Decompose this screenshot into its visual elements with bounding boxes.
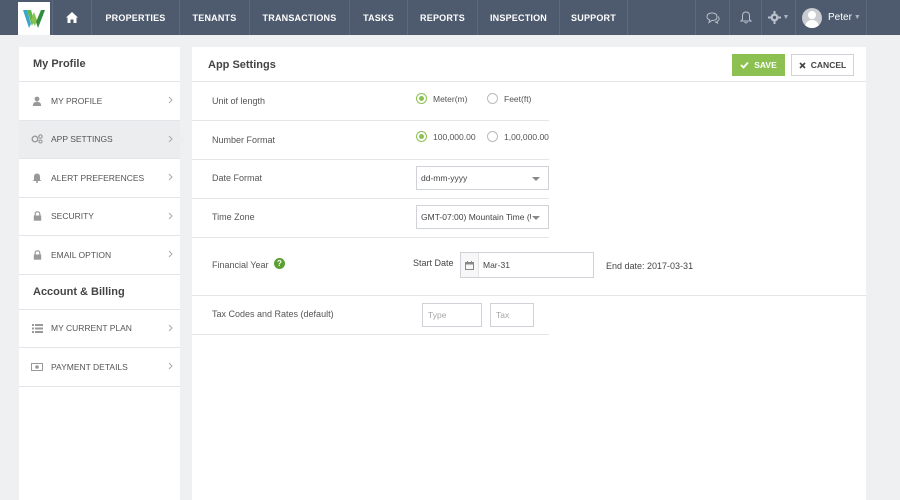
sidebar-item-security[interactable]: SECURITY xyxy=(19,198,180,236)
sidebar-item-label: EMAIL OPTION xyxy=(51,249,112,260)
sidebar-item-label: ALERT PREFERENCES xyxy=(51,172,145,183)
gear-icon xyxy=(767,11,781,24)
date-format-label: Date Format xyxy=(212,173,263,183)
cancel-button-label: CANCEL xyxy=(810,60,847,70)
chevron-right-icon xyxy=(168,212,173,219)
chevron-down-icon xyxy=(532,216,540,220)
sidebar-item-my-profile[interactable]: MY PROFILE xyxy=(19,82,180,121)
date-format-select[interactable]: dd-mm-yyyy xyxy=(416,166,549,190)
end-date-text: End date: 2017-03-31 xyxy=(606,261,694,271)
chevron-right-icon xyxy=(168,96,173,104)
chevron-down-icon: ▼ xyxy=(853,14,861,21)
nav-support[interactable]: SUPPORT xyxy=(560,0,628,35)
select-value: GMT-07:00) Mountain Time (US xyxy=(421,212,531,222)
chevron-right-icon xyxy=(168,173,173,181)
radio-label: 100,000.00 xyxy=(433,131,476,142)
close-icon xyxy=(799,61,806,69)
sidebar-item-label: APP SETTINGS xyxy=(51,134,113,145)
chevron-right-icon xyxy=(168,250,173,258)
lock-icon xyxy=(31,249,43,261)
radio-label: 1,00,000.00 xyxy=(504,131,549,142)
nav-reports[interactable]: REPORTS xyxy=(408,0,478,35)
chevron-down-icon xyxy=(532,177,540,181)
radio-indicator xyxy=(487,93,498,104)
nav-tasks[interactable]: TASKS xyxy=(350,0,408,35)
sidebar-title-profile: My Profile xyxy=(19,47,180,82)
cancel-button[interactable]: CANCEL xyxy=(791,54,854,76)
user-icon xyxy=(31,95,43,107)
tax-type-input[interactable] xyxy=(422,303,482,327)
settings-header: App Settings SAVE CANCEL xyxy=(192,47,866,82)
logo-w-icon xyxy=(23,9,45,28)
radio-indicator xyxy=(487,131,498,142)
start-date-value: Mar-31 xyxy=(483,260,510,270)
radio-indicator xyxy=(416,131,427,142)
sidebar-item-my-current-plan[interactable]: MY CURRENT PLAN xyxy=(19,310,180,348)
start-date-label: Start Date xyxy=(413,258,454,268)
sidebar-item-app-settings[interactable]: APP SETTINGS xyxy=(19,120,186,159)
avatar xyxy=(802,7,822,28)
radio-number-format-indian[interactable]: 1,00,000.00 xyxy=(487,131,549,142)
radio-feet[interactable]: Feet(ft) xyxy=(487,93,531,104)
nav-inspection[interactable]: INSPECTION xyxy=(478,0,560,35)
radio-meter[interactable]: Meter(m) xyxy=(416,93,467,104)
sidebar-item-label: PAYMENT DETAILS xyxy=(51,361,128,372)
nav-tenants[interactable]: TENANTS xyxy=(180,0,250,35)
sidebar-title-billing: Account & Billing xyxy=(19,275,180,310)
sidebar: My Profile MY PROFILE APP SETTINGS ALERT… xyxy=(19,47,186,500)
lock-icon xyxy=(31,210,43,222)
sidebar-item-email-option[interactable]: EMAIL OPTION xyxy=(19,236,180,275)
nav-right-tools: ▼ Peter ▼ xyxy=(695,0,900,35)
sidebar-item-payment-details[interactable]: PAYMENT DETAILS xyxy=(19,348,180,387)
start-date-input[interactable]: Mar-31 xyxy=(460,252,594,278)
bell-icon xyxy=(31,172,43,184)
number-format-label: Number Format xyxy=(212,135,276,145)
sidebar-item-label: MY PROFILE xyxy=(51,95,103,106)
tax-rate-input[interactable] xyxy=(490,303,534,327)
sidebar-item-label: SECURITY xyxy=(51,211,94,222)
select-value: dd-mm-yyyy xyxy=(421,173,468,183)
nav-properties[interactable]: PROPERTIES xyxy=(92,0,180,35)
chevron-right-icon xyxy=(168,362,173,370)
help-icon[interactable]: ? xyxy=(274,258,285,269)
sidebar-item-alert-preferences[interactable]: ALERT PREFERENCES xyxy=(19,159,180,198)
notifications-button[interactable] xyxy=(729,0,761,35)
save-button-label: SAVE xyxy=(754,60,777,70)
chevron-right-icon xyxy=(168,135,173,142)
page-title: App Settings xyxy=(208,59,276,71)
time-zone-label: Time Zone xyxy=(212,212,255,222)
app-logo[interactable] xyxy=(18,2,50,35)
settings-button[interactable]: ▼ xyxy=(761,0,795,35)
check-icon xyxy=(740,61,749,69)
nav-home[interactable] xyxy=(52,0,92,35)
radio-indicator xyxy=(416,93,427,104)
chevron-down-icon: ▼ xyxy=(782,14,790,21)
radio-label: Meter(m) xyxy=(433,93,468,104)
time-zone-select[interactable]: GMT-07:00) Mountain Time (US xyxy=(416,205,549,229)
radio-label: Feet(ft) xyxy=(504,93,532,104)
sidebar-item-label: MY CURRENT PLAN xyxy=(51,323,132,334)
top-nav-bar: PROPERTIES TENANTS TRANSACTIONS TASKS RE… xyxy=(0,0,900,35)
nav-transactions[interactable]: TRANSACTIONS xyxy=(250,0,350,35)
financial-year-label: Financial Year xyxy=(212,260,269,270)
settings-panel: App Settings SAVE CANCEL Unit of length … xyxy=(192,47,866,500)
save-button[interactable]: SAVE xyxy=(732,54,785,76)
home-icon xyxy=(66,12,78,23)
money-icon xyxy=(31,361,43,373)
calendar-icon xyxy=(461,253,479,277)
user-menu[interactable]: Peter ▼ xyxy=(795,0,867,35)
gears-icon xyxy=(31,133,43,145)
bell-icon xyxy=(739,11,752,24)
list-icon xyxy=(31,322,43,334)
unit-of-length-label: Unit of length xyxy=(212,96,266,106)
tax-codes-label: Tax Codes and Rates (default) xyxy=(212,309,334,319)
chat-icon xyxy=(705,11,720,24)
user-name: Peter xyxy=(828,12,852,23)
radio-number-format-western[interactable]: 100,000.00 xyxy=(416,131,476,142)
main-nav: PROPERTIES TENANTS TRANSACTIONS TASKS RE… xyxy=(52,0,628,35)
chevron-right-icon xyxy=(168,324,173,331)
chat-button[interactable] xyxy=(695,0,729,35)
